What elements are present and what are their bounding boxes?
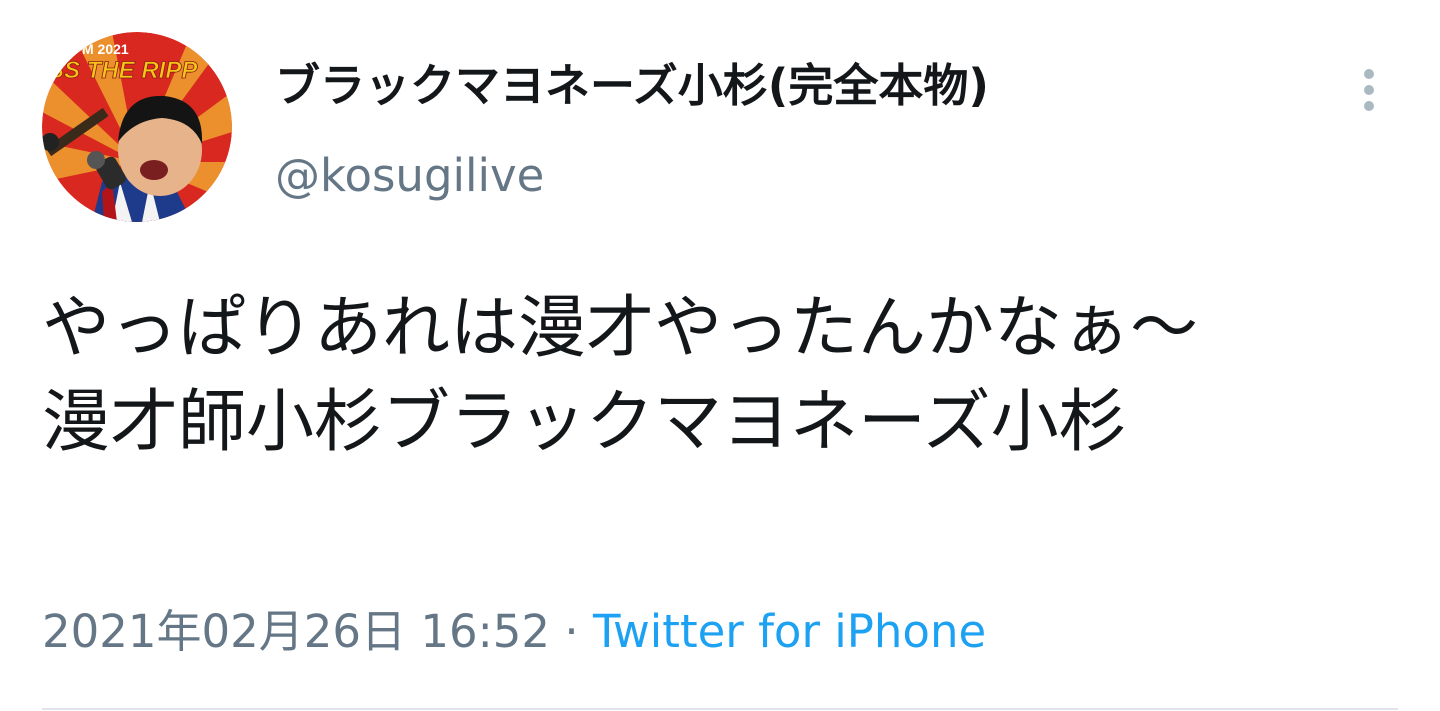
user-handle[interactable]: @kosugilive [275,146,544,206]
display-name[interactable]: ブラックマヨネーズ小杉(完全本物) [275,56,989,116]
tweet-text: やっぱりあれは漫才やったんかなぁ〜 漫才師小杉ブラックマヨネーズ小杉 [42,289,1403,462]
meta-separator: · [550,605,593,658]
tweet-card: M 2021 SS THE RIPP ブラックマヨネーズ小杉(完全本物) @ko… [0,0,1440,711]
profile-photo: M 2021 SS THE RIPP [42,32,232,222]
more-vertical-icon [1364,69,1374,111]
avatar[interactable]: M 2021 SS THE RIPP [42,32,232,222]
avatar-year-text: M 2021 [82,41,129,57]
divider [42,708,1398,710]
tweet-source-link[interactable]: Twitter for iPhone [593,605,986,658]
more-options-button[interactable] [1346,64,1392,116]
avatar-banner-text: SS THE RIPP [48,57,198,84]
tweet-meta: 2021年02月26日 16:52 · Twitter for iPhone [42,602,986,662]
tweet-timestamp[interactable]: 2021年02月26日 16:52 [42,605,550,658]
